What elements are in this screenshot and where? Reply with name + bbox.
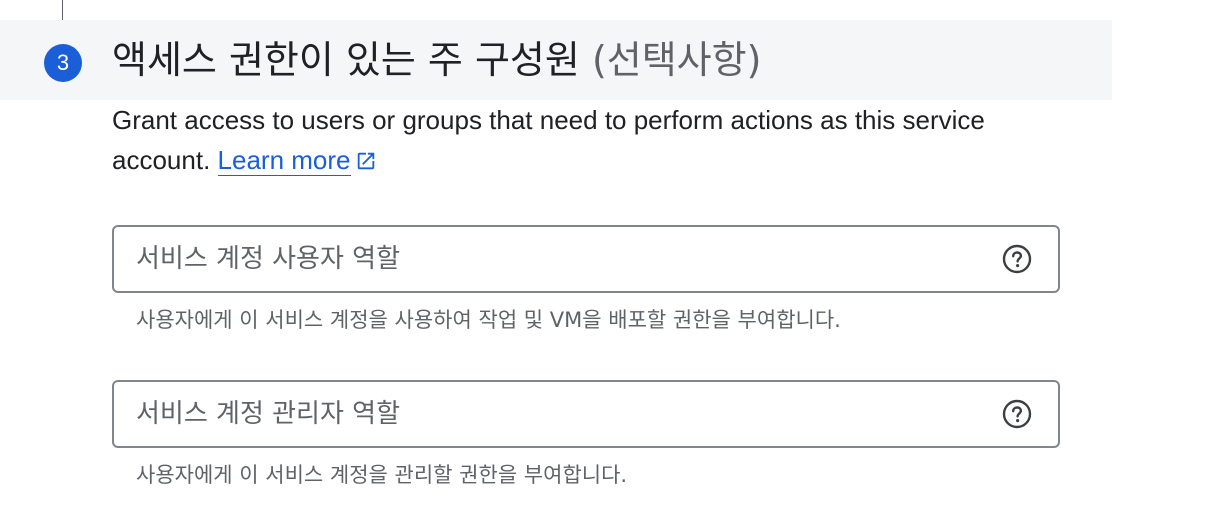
stepper-connector-line [62,0,63,20]
help-icon[interactable] [1002,244,1032,274]
step-title-text: 액세스 권한이 있는 주 구성원 [112,38,580,82]
service-account-user-role-hint: 사용자에게 이 서비스 계정을 사용하여 작업 및 VM을 배포할 권한을 부여… [136,308,841,332]
service-account-user-role-field[interactable]: 서비스 계정 사용자 역할 [112,225,1060,293]
step-optional-label: (선택사항) [591,38,762,82]
service-account-admin-role-placeholder: 서비스 계정 관리자 역할 [136,399,400,429]
service-account-user-role-placeholder: 서비스 계정 사용자 역할 [136,244,400,274]
service-account-admin-role-hint: 사용자에게 이 서비스 계정을 관리할 권한을 부여합니다. [136,463,628,487]
learn-more-label: Learn more [217,145,351,175]
step-description: Grant access to users or groups that nee… [112,100,1072,180]
open-in-new-icon[interactable] [355,150,377,172]
step-number-badge: 3 [44,44,82,82]
step-title: 액세스 권한이 있는 주 구성원 (선택사항) [112,34,761,86]
help-icon[interactable] [1002,399,1032,429]
step-number: 3 [56,50,70,75]
service-account-admin-role-field[interactable]: 서비스 계정 관리자 역할 [112,380,1060,448]
learn-more-link[interactable]: Learn more [217,145,351,176]
